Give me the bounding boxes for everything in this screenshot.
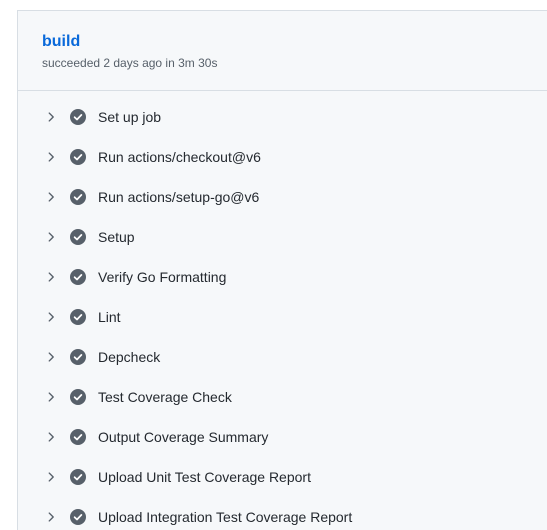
step-label: Run actions/setup-go@v6 bbox=[98, 189, 260, 205]
check-circle-icon bbox=[70, 309, 86, 325]
check-circle-icon bbox=[70, 189, 86, 205]
step-row[interactable]: Output Coverage Summary bbox=[18, 417, 547, 457]
step-label: Verify Go Formatting bbox=[98, 269, 227, 285]
step-label: Run actions/checkout@v6 bbox=[98, 149, 261, 165]
step-list: Set up job Run actions/checkout@v6 Run act… bbox=[18, 91, 547, 530]
step-row[interactable]: Set up job bbox=[18, 97, 547, 137]
step-label: Upload Integration Test Coverage Report bbox=[98, 509, 353, 525]
step-label: Depcheck bbox=[98, 349, 161, 365]
step-row[interactable]: Run actions/checkout@v6 bbox=[18, 137, 547, 177]
step-label: Lint bbox=[98, 309, 121, 325]
step-label: Setup bbox=[98, 229, 135, 245]
check-circle-icon bbox=[70, 429, 86, 445]
check-circle-icon bbox=[70, 269, 86, 285]
step-label: Set up job bbox=[98, 109, 162, 125]
step-label: Output Coverage Summary bbox=[98, 429, 269, 445]
check-circle-icon bbox=[70, 109, 86, 125]
job-status-summary: succeeded 2 days ago in 3m 30s bbox=[42, 56, 218, 70]
chevron-right-icon[interactable] bbox=[44, 190, 58, 204]
chevron-right-icon[interactable] bbox=[44, 430, 58, 444]
chevron-right-icon[interactable] bbox=[44, 510, 58, 524]
job-title[interactable]: build bbox=[42, 32, 80, 52]
chevron-right-icon[interactable] bbox=[44, 230, 58, 244]
job-log-panel: build succeeded 2 days ago in 3m 30s Set… bbox=[17, 10, 547, 530]
chevron-right-icon[interactable] bbox=[44, 390, 58, 404]
check-circle-icon bbox=[70, 389, 86, 405]
check-circle-icon bbox=[70, 469, 86, 485]
step-label: Test Coverage Check bbox=[98, 389, 232, 405]
check-circle-icon bbox=[70, 349, 86, 365]
job-header: build succeeded 2 days ago in 3m 30s bbox=[18, 11, 547, 91]
step-row[interactable]: Test Coverage Check bbox=[18, 377, 547, 417]
chevron-right-icon[interactable] bbox=[44, 470, 58, 484]
chevron-right-icon[interactable] bbox=[44, 110, 58, 124]
step-row[interactable]: Depcheck bbox=[18, 337, 547, 377]
step-row[interactable]: Upload Unit Test Coverage Report bbox=[18, 457, 547, 497]
check-circle-icon bbox=[70, 509, 86, 525]
step-row[interactable]: Run actions/setup-go@v6 bbox=[18, 177, 547, 217]
step-row[interactable]: Verify Go Formatting bbox=[18, 257, 547, 297]
step-row[interactable]: Upload Integration Test Coverage Report bbox=[18, 497, 547, 530]
check-circle-icon bbox=[70, 149, 86, 165]
chevron-right-icon[interactable] bbox=[44, 270, 58, 284]
step-row[interactable]: Setup bbox=[18, 217, 547, 257]
step-row[interactable]: Lint bbox=[18, 297, 547, 337]
check-circle-icon bbox=[70, 229, 86, 245]
chevron-right-icon[interactable] bbox=[44, 350, 58, 364]
chevron-right-icon[interactable] bbox=[44, 310, 58, 324]
step-label: Upload Unit Test Coverage Report bbox=[98, 469, 311, 485]
chevron-right-icon[interactable] bbox=[44, 150, 58, 164]
